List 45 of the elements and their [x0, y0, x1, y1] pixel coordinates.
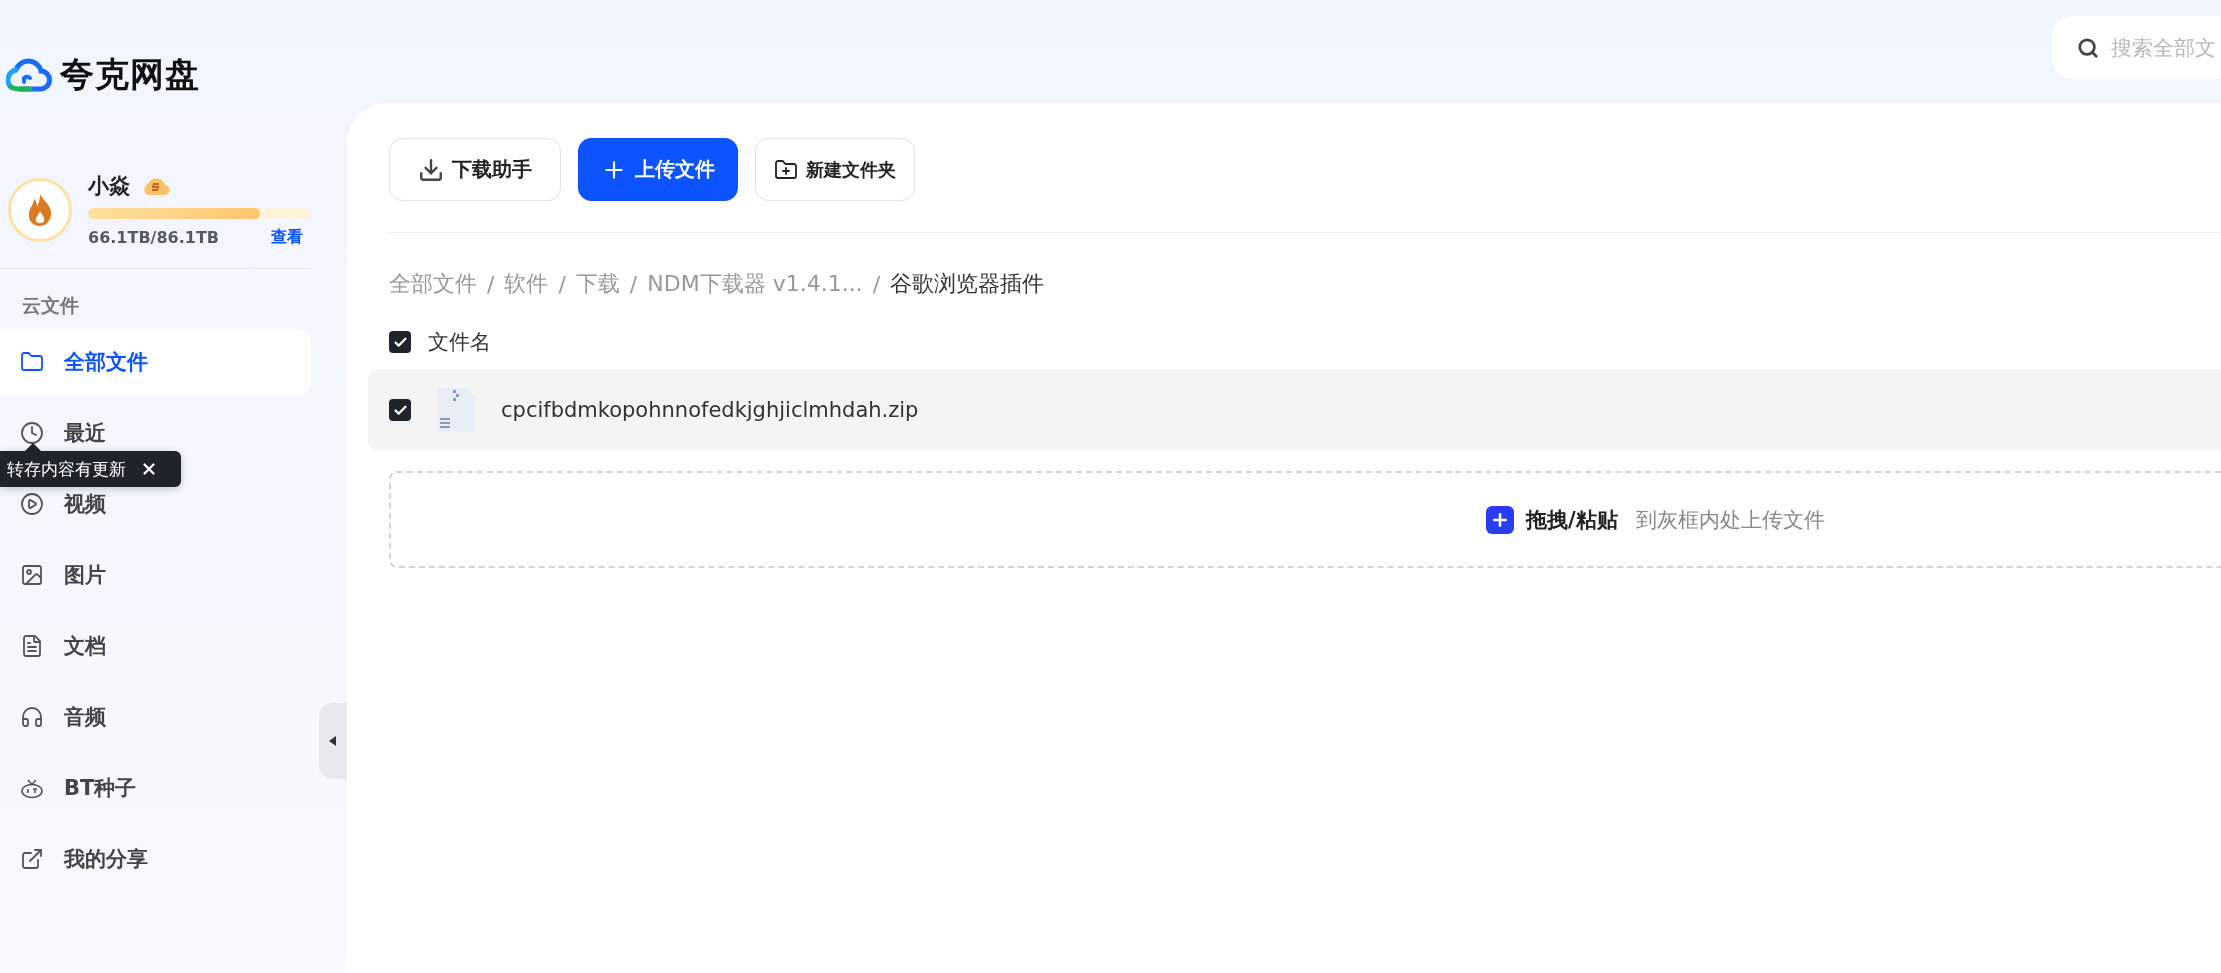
upload-button[interactable]: 上传文件 — [578, 138, 738, 201]
file-name: cpcifbdmkopohnnofedkjghjiclmhdah.zip — [501, 398, 919, 422]
view-link[interactable]: 查看 — [271, 227, 303, 248]
image-icon — [20, 563, 44, 587]
headphones-icon — [20, 705, 44, 729]
storage-reading: 66.1TB/86.1TB — [88, 228, 219, 247]
sidebar-item[interactable]: 我的分享 — [0, 826, 311, 892]
dropzone-action: 拖拽/粘贴 — [1526, 506, 1618, 534]
dropzone-hint: 到灰框内处上传文件 — [1635, 506, 1825, 534]
sidebar-item[interactable]: BT种子 — [0, 755, 311, 821]
sidebar-item[interactable]: 图片 — [0, 542, 311, 608]
row-checkbox[interactable] — [389, 399, 411, 421]
breadcrumb-separator: / — [872, 271, 881, 297]
file-row[interactable]: cpcifbdmkopohnnofedkjghjiclmhdah.zip — [368, 369, 2221, 451]
collapse-handle[interactable] — [319, 703, 347, 779]
search-field[interactable]: 搜索全部文 — [2052, 16, 2221, 79]
caret-icon — [329, 736, 337, 746]
user-name: 小焱 — [88, 173, 130, 200]
sidebar-item[interactable]: 音频 — [0, 684, 311, 750]
play-icon — [20, 492, 44, 516]
download-icon — [418, 156, 444, 183]
cloud-logo-icon — [6, 56, 52, 94]
breadcrumb-separator: / — [487, 271, 495, 297]
search-icon — [2077, 35, 2099, 60]
breadcrumb-separator: / — [629, 271, 638, 297]
clock-icon — [20, 421, 44, 445]
sidebar-item[interactable]: 文档 — [0, 613, 311, 679]
section-title: 云文件 — [21, 293, 80, 318]
breadcrumb-link[interactable]: 谷歌浏览器插件 — [890, 269, 1045, 299]
plus-icon — [1486, 505, 1514, 534]
share-icon — [20, 847, 44, 871]
folder-icon — [20, 350, 44, 374]
search-input[interactable]: 搜索全部文 — [2111, 35, 2221, 60]
column-header: 文件名 — [428, 329, 491, 356]
new-folder-button[interactable]: 新建文件夹 — [755, 138, 915, 201]
document-icon — [20, 634, 44, 658]
upload-dropzone[interactable]: 拖拽/粘贴 到灰框内处上传文件 — [389, 471, 2221, 568]
tooltip-text: 转存内容有更新 — [7, 457, 126, 481]
sidebar-item[interactable]: 全部文件 — [0, 329, 311, 395]
breadcrumb-separator: / — [558, 271, 566, 297]
app-logo-text: 夸克网盘 — [60, 53, 200, 96]
select-all-checkbox[interactable] — [389, 331, 411, 353]
download-button[interactable]: 下载助手 — [389, 138, 561, 201]
close-icon[interactable] — [140, 460, 158, 478]
folder-plus-icon — [774, 157, 798, 182]
